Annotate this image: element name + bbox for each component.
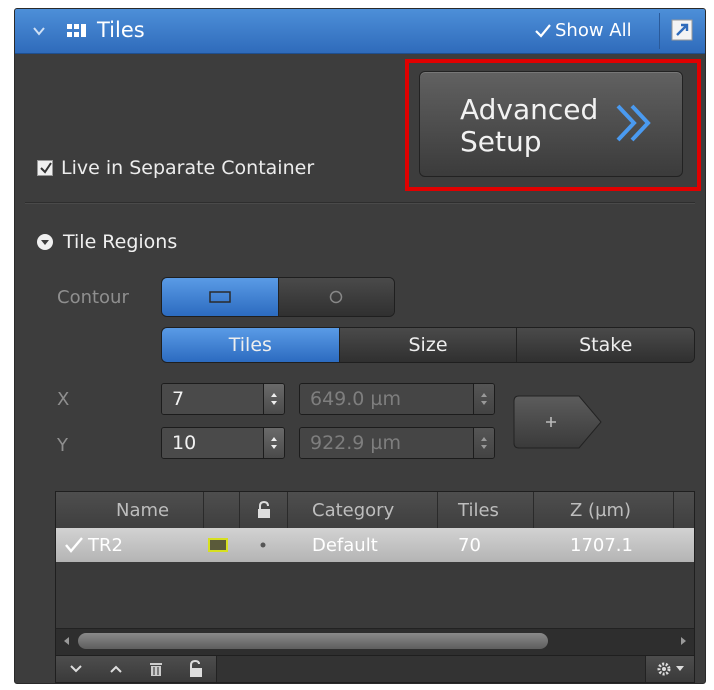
row-tiles: 70 (458, 534, 481, 556)
row-checkbox[interactable] (64, 528, 84, 562)
live-container-checkbox[interactable] (37, 160, 53, 176)
stepper-arrows-icon[interactable] (264, 384, 284, 414)
x-size-value[interactable]: 649.0 µm (300, 384, 474, 414)
scrollbar-thumb[interactable] (78, 633, 548, 649)
table-toolbar (55, 655, 695, 683)
row-lock-indicator[interactable] (260, 528, 266, 562)
highlight-box (405, 59, 701, 191)
tiles-panel: Tiles Show All Live in Separate Containe… (14, 8, 706, 684)
table-row[interactable]: TR2 Default 70 1707.1 (56, 528, 694, 562)
contour-rectangle-option[interactable] (162, 278, 279, 316)
lock-icon (257, 501, 270, 518)
row-z: 1707.1 (570, 534, 633, 556)
collapse-icon (37, 234, 53, 250)
mode-size-tab[interactable]: Size (339, 328, 518, 362)
contour-label: Contour (57, 287, 129, 308)
stepper-arrows-icon[interactable] (474, 384, 494, 414)
chevron-up-icon (110, 665, 122, 673)
caret-down-icon (676, 666, 684, 671)
settings-menu-button[interactable] (645, 656, 694, 682)
circle-icon (330, 290, 343, 304)
popout-icon[interactable] (671, 19, 693, 41)
y-size-stepper[interactable]: 922.9 µm (299, 427, 495, 459)
stepper-arrows-icon[interactable] (264, 428, 284, 458)
contour-circle-option[interactable] (278, 278, 394, 316)
column-category[interactable]: Category (288, 492, 438, 528)
x-size-stepper[interactable]: 649.0 µm (299, 383, 495, 415)
check-icon (535, 23, 551, 38)
stepper-arrows-icon[interactable] (474, 428, 494, 458)
y-count-value[interactable]: 10 (162, 428, 264, 458)
rectangle-icon (209, 291, 231, 303)
move-up-button[interactable] (96, 656, 137, 682)
add-tile-region-button[interactable] (513, 395, 603, 449)
scroll-left-icon[interactable] (60, 635, 74, 647)
horizontal-scrollbar[interactable] (56, 628, 694, 655)
section-divider (25, 202, 695, 204)
move-down-button[interactable] (56, 656, 97, 682)
x-count-value[interactable]: 7 (162, 384, 264, 414)
x-label: X (57, 389, 70, 410)
x-count-stepper[interactable]: 7 (161, 383, 285, 415)
grid-icon (67, 24, 86, 37)
row-category: Default (312, 534, 378, 556)
header-separator (659, 13, 660, 49)
check-icon (40, 162, 52, 174)
mode-stake-tab[interactable]: Stake (517, 328, 694, 362)
y-size-value[interactable]: 922.9 µm (300, 428, 474, 458)
column-name[interactable]: Name (56, 492, 204, 528)
mode-tiles-tab[interactable]: Tiles (162, 328, 340, 362)
row-color-swatch[interactable] (208, 528, 228, 562)
show-all-label: Show All (555, 20, 632, 41)
trash-icon (150, 663, 162, 676)
table-header: Name Category Tiles Z (µm) (56, 492, 694, 529)
unlock-button[interactable] (176, 656, 217, 682)
panel-header[interactable]: Tiles Show All (15, 9, 705, 54)
y-label: Y (57, 435, 68, 456)
show-all-toggle[interactable]: Show All (535, 20, 632, 41)
delete-button[interactable] (136, 656, 177, 682)
column-color[interactable] (204, 492, 240, 528)
contour-selector[interactable] (161, 277, 395, 317)
check-icon (65, 537, 83, 553)
mode-selector[interactable]: Tiles Size Stake (161, 327, 695, 363)
chevron-down-icon[interactable] (33, 21, 45, 41)
live-container-option[interactable]: Live in Separate Container (37, 157, 314, 179)
tile-regions-header[interactable]: Tile Regions (37, 231, 177, 253)
column-lock[interactable] (240, 492, 288, 528)
tile-regions-table: Name Category Tiles Z (µm) TR2 Default 7… (55, 491, 695, 655)
live-container-label: Live in Separate Container (61, 157, 315, 179)
unlock-icon (190, 660, 202, 677)
scroll-right-icon[interactable] (676, 635, 690, 647)
column-z[interactable]: Z (µm) (534, 492, 674, 528)
chevron-down-icon (70, 665, 82, 673)
row-name: TR2 (88, 534, 123, 556)
tile-regions-title: Tile Regions (63, 231, 178, 253)
y-count-stepper[interactable]: 10 (161, 427, 285, 459)
gear-icon (657, 662, 671, 676)
column-tiles[interactable]: Tiles (438, 492, 534, 528)
panel-title: Tiles (97, 18, 145, 42)
